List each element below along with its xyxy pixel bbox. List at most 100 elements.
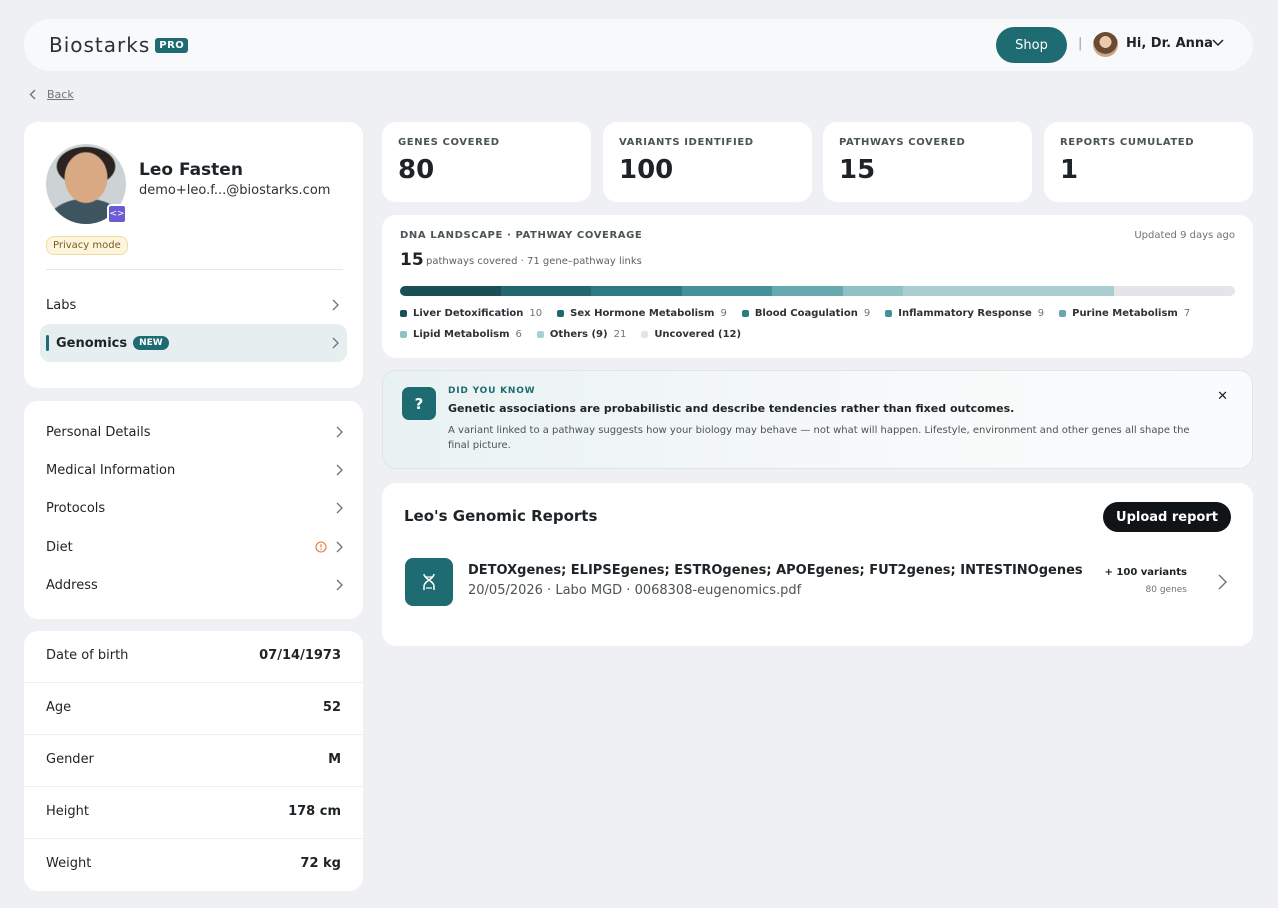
settings-item-label: Medical Information xyxy=(46,462,176,478)
settings-item-protocols[interactable]: Protocols xyxy=(46,496,343,520)
chevron-left-icon xyxy=(29,89,36,100)
chevron-right-icon xyxy=(332,337,339,349)
privacy-mode-badge[interactable]: Privacy mode xyxy=(46,236,128,255)
legend-item: Lipid Metabolism 6 xyxy=(400,329,522,340)
stat-label: REPORTS CUMULATED xyxy=(1060,137,1195,148)
warning-icon xyxy=(315,541,327,553)
detail-row-height: Height 178 cm xyxy=(24,787,363,839)
chevron-right-icon xyxy=(332,299,339,311)
settings-item-personal-details[interactable]: Personal Details xyxy=(46,420,343,444)
close-icon[interactable]: ✕ xyxy=(1217,389,1228,404)
header-separator: | xyxy=(1078,36,1083,51)
settings-item-medical-information[interactable]: Medical Information xyxy=(46,458,343,482)
chevron-right-icon xyxy=(336,464,343,476)
chevron-down-icon[interactable] xyxy=(1212,39,1224,47)
detail-row-age: Age 52 xyxy=(24,683,363,735)
upload-report-button[interactable]: Upload report xyxy=(1103,502,1231,532)
legend-swatch xyxy=(400,331,407,338)
detail-value: 178 cm xyxy=(288,804,341,819)
coverage-segment xyxy=(772,286,843,296)
nav-item-labs[interactable]: Labs xyxy=(40,286,347,324)
report-meta: 20/05/2026 · Labo MGD · 0068308-eugenomi… xyxy=(468,583,802,598)
legend-swatch xyxy=(557,310,565,317)
legend-item: Liver Detoxification 10 xyxy=(400,308,542,319)
active-indicator xyxy=(46,335,49,351)
legend-row: Liver Detoxification 10 Sex Hormone Metabo… xyxy=(400,308,1205,319)
detail-label: Weight xyxy=(46,856,92,871)
legend-name: Others (9) xyxy=(549,329,608,340)
dna-icon xyxy=(405,558,453,606)
legend-name: Uncovered (12) xyxy=(654,329,742,340)
pathway-coverage-bar xyxy=(400,286,1235,296)
legend-count: 9 xyxy=(720,308,727,319)
profile-card: <> Leo Fasten demo+leo.f...@biostarks.co… xyxy=(24,122,363,388)
legend-swatch xyxy=(741,310,749,317)
report-variants: + 100 variants xyxy=(1104,567,1187,578)
stat-card-pathways-covered: PATHWAYS COVERED 15 xyxy=(823,122,1032,202)
detail-row-weight: Weight 72 kg xyxy=(24,839,363,891)
code-icon[interactable]: <> xyxy=(107,204,127,224)
stat-card-reports-cumulated: REPORTS CUMULATED 1 xyxy=(1044,122,1253,202)
legend-item: Others (9) 21 xyxy=(536,329,627,340)
chevron-right-icon xyxy=(336,579,343,591)
legend-swatch xyxy=(641,331,649,338)
dna-title: DNA LANDSCAPE · PATHWAY COVERAGE xyxy=(400,230,643,241)
chevron-right-icon[interactable] xyxy=(1218,574,1227,590)
coverage-segment xyxy=(842,286,903,296)
nav-item-label: Genomics xyxy=(56,335,128,351)
legend-swatch xyxy=(536,331,544,338)
back-label[interactable]: Back xyxy=(47,88,74,101)
settings-item-address[interactable]: Address xyxy=(46,573,343,597)
stat-label: PATHWAYS COVERED xyxy=(839,137,966,148)
legend-name: Liver Detoxification xyxy=(413,308,524,319)
legend-name: Blood Coagulation xyxy=(754,308,858,319)
new-badge: NEW xyxy=(133,336,169,350)
dyk-title: Genetic associations are probabilistic a… xyxy=(448,402,1015,415)
coverage-segment xyxy=(681,286,773,296)
settings-item-label: Address xyxy=(46,577,98,593)
report-name[interactable]: DETOXgenes; ELIPSEgenes; ESTROgenes; APO… xyxy=(468,563,1083,578)
chevron-right-icon xyxy=(336,426,343,438)
stat-value: 1 xyxy=(1060,155,1079,185)
legend-swatch xyxy=(1059,310,1067,317)
dyk-label: DID YOU KNOW xyxy=(448,386,536,396)
biostarks-logo[interactable]: Biostarks PRO xyxy=(49,33,189,57)
stat-value: 15 xyxy=(839,155,876,185)
dna-landscape-card: DNA LANDSCAPE · PATHWAY COVERAGE Updated… xyxy=(382,215,1253,358)
legend-count: 9 xyxy=(863,308,871,319)
logo-text: Biostarks xyxy=(49,33,151,57)
detail-label: Gender xyxy=(46,752,94,767)
legend-swatch xyxy=(400,310,407,317)
patient-details-card: Date of birth 07/14/1973 Age 52 Gender M… xyxy=(24,631,363,891)
legend-count: 21 xyxy=(613,329,627,340)
stat-value: 80 xyxy=(398,155,435,185)
legend-count: 7 xyxy=(1183,308,1191,319)
chevron-right-icon xyxy=(336,541,343,553)
settings-item-label: Diet xyxy=(46,539,73,555)
legend-item: Blood Coagulation 9 xyxy=(741,308,871,319)
back-link[interactable]: Back xyxy=(29,88,74,101)
detail-label: Date of birth xyxy=(46,648,129,663)
coverage-segment xyxy=(902,286,1115,296)
dna-subtitle: pathways covered · 71 gene–pathway links xyxy=(426,256,642,267)
nav-item-genomics[interactable]: Genomics NEW xyxy=(40,324,347,362)
stat-label: VARIANTS IDENTIFIED xyxy=(619,137,754,148)
stat-label: GENES COVERED xyxy=(398,137,500,148)
shop-button[interactable]: Shop xyxy=(996,27,1067,63)
legend-item: Sex Hormone Metabolism 9 xyxy=(557,308,727,319)
user-avatar[interactable] xyxy=(1093,32,1118,57)
detail-row-gender: Gender M xyxy=(24,735,363,787)
settings-item-diet[interactable]: Diet xyxy=(46,535,343,559)
did-you-know-banner: ? DID YOU KNOW Genetic associations are … xyxy=(382,370,1253,469)
dna-updated: Updated 9 days ago xyxy=(1134,230,1235,241)
legend-count: 9 xyxy=(1037,308,1045,319)
legend-name: Inflammatory Response xyxy=(898,308,1032,319)
user-greeting[interactable]: Hi, Dr. Anna xyxy=(1126,36,1213,51)
chevron-right-icon xyxy=(336,502,343,514)
genomic-reports-card: Leo's Genomic Reports Upload report DETO… xyxy=(382,483,1253,646)
stat-card-genes-covered: GENES COVERED 80 xyxy=(382,122,591,202)
detail-value: M xyxy=(328,752,341,767)
pro-badge: PRO xyxy=(155,37,189,53)
reports-title: Leo's Genomic Reports xyxy=(404,507,598,525)
settings-item-label: Protocols xyxy=(46,500,106,516)
